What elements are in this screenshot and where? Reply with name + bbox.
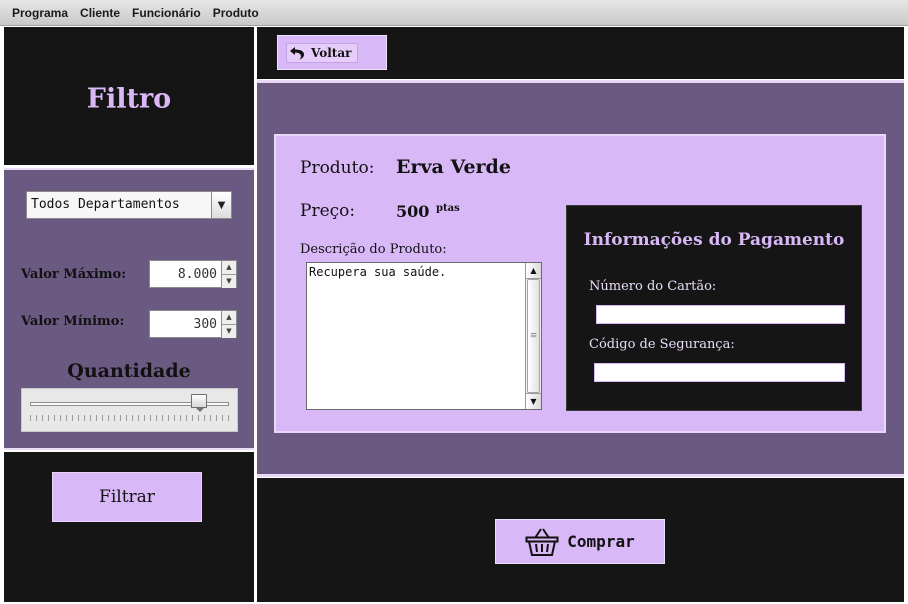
undo-arrow-icon: [290, 46, 304, 59]
price-value: 500: [396, 202, 430, 221]
department-select[interactable]: Todos Departamentos ▼: [26, 191, 232, 219]
scroll-down-icon[interactable]: ▼: [526, 393, 541, 409]
card-number-input[interactable]: [596, 305, 845, 324]
security-code-label: Código de Segurança:: [589, 337, 735, 352]
buy-button-label: Comprar: [567, 532, 635, 551]
min-value-label: Valor Mínimo:: [21, 314, 125, 329]
menu-bar: Programa Cliente Funcionário Produto: [0, 0, 908, 26]
back-button-inner[interactable]: Voltar: [286, 42, 359, 63]
card-number-label: Número do Cartão:: [589, 279, 717, 294]
slider-ticks: [30, 415, 229, 421]
product-card: Produto: Erva Verde Preço: 500 ptas Desc…: [274, 134, 886, 433]
quantity-slider[interactable]: [21, 388, 238, 432]
back-button-label: Voltar: [311, 45, 352, 60]
menu-programa[interactable]: Programa: [6, 6, 74, 20]
min-value-field[interactable]: 300: [150, 311, 221, 337]
description-textarea[interactable]: Recupera sua saúde. ▲ ≡ ▼: [306, 262, 542, 410]
payment-panel: Informações do Pagamento Número do Cartã…: [566, 205, 862, 411]
filter-title: Filtro: [86, 83, 172, 115]
spinner-down-icon[interactable]: ▼: [222, 325, 236, 338]
price-unit: ptas: [436, 203, 460, 214]
product-name: Erva Verde: [396, 156, 511, 178]
filter-action-panel: Filtrar: [4, 452, 254, 602]
price-label: Preço:: [300, 201, 356, 221]
spinner-up-icon[interactable]: ▲: [222, 311, 236, 325]
product-panel: Produto: Erva Verde Preço: 500 ptas Desc…: [257, 80, 904, 477]
menu-funcionario[interactable]: Funcionário: [126, 6, 207, 20]
payment-title: Informações do Pagamento: [583, 230, 845, 250]
slider-thumb[interactable]: [191, 394, 208, 412]
shopping-basket-icon: [525, 527, 559, 556]
product-name-label: Produto:: [300, 158, 375, 178]
menu-produto[interactable]: Produto: [207, 6, 265, 20]
filter-controls-panel: Todos Departamentos ▼ Valor Máximo: 8.00…: [4, 168, 254, 450]
menu-cliente[interactable]: Cliente: [74, 6, 126, 20]
spinner-down-icon[interactable]: ▼: [222, 275, 236, 288]
scroll-thumb[interactable]: ≡: [527, 279, 540, 393]
chevron-down-icon[interactable]: ▼: [211, 192, 231, 218]
max-value-field[interactable]: 8.000: [150, 261, 221, 287]
security-code-input[interactable]: [594, 363, 845, 382]
filter-header-panel: Filtro: [4, 27, 254, 165]
quantity-label: Quantidade: [67, 360, 191, 382]
back-button[interactable]: Voltar: [277, 35, 387, 70]
department-select-value: Todos Departamentos: [31, 197, 180, 212]
min-value-spinner[interactable]: 300 ▲ ▼: [149, 310, 237, 338]
max-value-label: Valor Máximo:: [21, 267, 127, 282]
buy-button[interactable]: Comprar: [495, 519, 665, 564]
filter-button[interactable]: Filtrar: [52, 472, 202, 522]
purchase-panel: Comprar: [257, 478, 904, 602]
navigation-panel: Voltar: [257, 27, 904, 79]
description-text: Recupera sua saúde.: [309, 265, 447, 279]
scroll-up-icon[interactable]: ▲: [526, 263, 541, 279]
max-value-spinner[interactable]: 8.000 ▲ ▼: [149, 260, 237, 288]
description-label: Descrição do Produto:: [300, 242, 447, 257]
spinner-up-icon[interactable]: ▲: [222, 261, 236, 275]
description-scrollbar[interactable]: ▲ ≡ ▼: [525, 263, 541, 409]
